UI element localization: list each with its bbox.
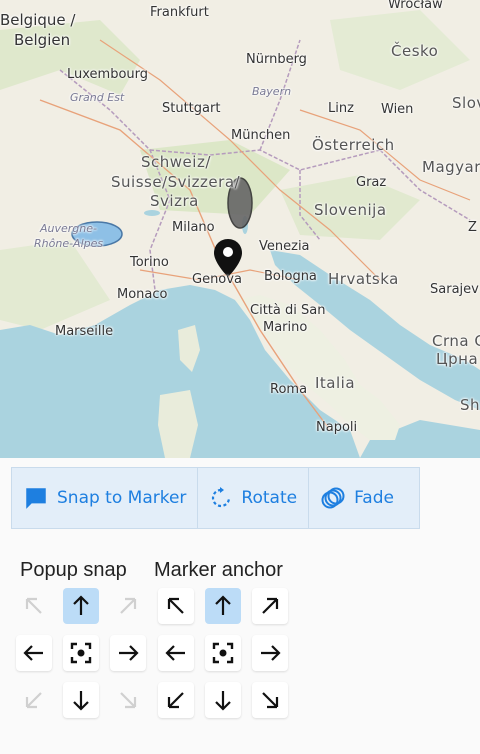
map-label: München [231,128,291,143]
arrow-down-right-icon [120,692,137,709]
map-label: Genova [192,272,242,287]
snap-to-marker-button[interactable]: Snap to Marker [12,468,197,528]
map-label: Sh [460,396,480,414]
arrow-up-right-icon [262,597,279,614]
map-label: Österreich [312,136,395,154]
map-label: Marino [263,320,308,335]
snap-to-marker-label: Snap to Marker [57,488,187,508]
popup-snap-down-left [16,682,52,718]
popup-snap-down[interactable] [63,682,99,718]
marker-anchor-down[interactable] [205,682,241,718]
map-label: Italia [315,374,356,392]
arrow-up-left-icon [167,597,184,614]
map-label: Torino [130,255,169,270]
popup-snap-grid [16,588,146,718]
map-label: Roma [270,382,308,397]
map-label: Grand Est [70,91,125,104]
map-view[interactable]: Belgique / Belgien Frankfurt Wrocław Nür… [0,0,480,458]
center-focus-icon [212,642,234,664]
center-focus-icon [70,642,92,664]
arrow-up-right-icon [120,597,137,614]
marker-anchor-up-left[interactable] [158,588,194,624]
map-label: Nürnberg [246,52,307,67]
map-label: Slov [452,94,480,112]
marker-anchor-down-right[interactable] [252,682,288,718]
arrow-up-icon [215,595,231,615]
map-label: Црна [436,350,479,368]
map-label: Luxembourg [67,67,149,82]
map-label: Graz [356,175,387,190]
arrow-down-icon [73,691,89,711]
marker-anchor-left[interactable] [158,635,194,671]
map-label: Schweiz/ [141,153,211,171]
marker-anchor-center[interactable] [205,635,241,671]
map-label: Sarajev [430,282,479,297]
fade-button[interactable]: Fade [308,468,405,528]
map-label: Rhône-Alpes [34,237,104,250]
popup-snap-center[interactable] [63,635,99,671]
map-label: Hrvatska [328,270,399,288]
map-label: Slovenija [314,201,387,219]
map-label: Wien [381,102,414,117]
popup-snap-down-right [110,682,146,718]
popup-snap-title: Popup snap [20,559,127,581]
map-label: Bologna [264,269,317,284]
arrow-left-icon [23,645,43,661]
chat-bubble-icon [26,488,46,509]
map-label: Česko [391,42,439,60]
marker-anchor-title: Marker anchor [154,559,283,581]
map-label: Marseille [55,324,114,339]
map-label: Belgique / [0,11,76,29]
arrow-down-left-icon [167,692,184,709]
map-label: Suisse/Svizzera/ [111,173,241,191]
marker-anchor-grid [158,588,288,718]
rotate-icon [212,487,231,508]
map-label: Belgien [14,31,71,49]
map-label: Bayern [252,85,292,98]
map-label: Venezia [259,239,310,254]
rotate-button[interactable]: Rotate [197,468,308,528]
marker-anchor-down-left[interactable] [158,682,194,718]
fade-icon [321,487,345,509]
arrow-down-left-icon [25,692,42,709]
map-label: Z [468,220,477,235]
popup-snap-up[interactable] [63,588,99,624]
popup-snap-right[interactable] [110,635,146,671]
arrow-up-icon [73,595,89,615]
marker-anchor-right[interactable] [252,635,288,671]
popup-snap-up-right [110,588,146,624]
map-label: Monaco [117,287,168,302]
map-label: Svizra [150,192,199,210]
marker-anchor-up[interactable] [205,588,241,624]
popup-snap-up-left [16,588,52,624]
marker-anchor-up-right[interactable] [252,588,288,624]
map-label: Stuttgart [162,101,221,116]
map-label: Magyar [422,158,480,176]
arrow-up-left-icon [25,597,42,614]
map-label: Auvergne- [40,222,97,235]
map-label: Milano [172,220,215,235]
map-label: Wrocław [388,0,443,12]
arrow-right-icon [119,645,139,661]
fade-label: Fade [354,488,394,508]
arrow-down-right-icon [262,692,279,709]
popup-snap-left[interactable] [16,635,52,671]
map-label: Linz [328,101,354,116]
map-label: Crna G [432,332,480,350]
action-toolbar: Snap to Marker Rotate Fade [11,467,420,529]
map-label: Napoli [316,420,358,435]
arrow-right-icon [261,645,281,661]
map-label: Frankfurt [150,5,209,20]
rotate-label: Rotate [241,488,298,508]
map-label: Città di San [250,303,326,318]
arrow-left-icon [165,645,185,661]
arrow-down-icon [215,691,231,711]
